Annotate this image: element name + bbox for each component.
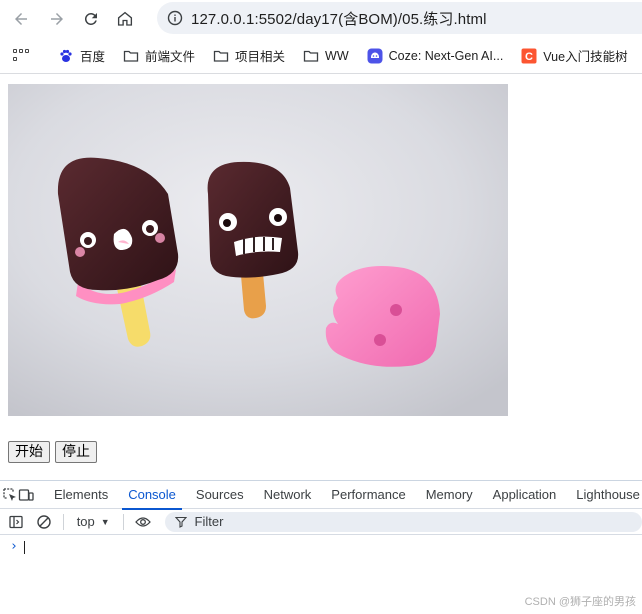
bookmark-label: Coze: Next-Gen AI... (388, 48, 504, 63)
sidebar-panel-icon (9, 515, 23, 528)
tab-sources[interactable]: Sources (186, 481, 254, 509)
browser-toolbar: 127.0.0.1:5502/day17(含BOM)/05.练习.html (0, 0, 642, 38)
folder-icon (213, 50, 229, 62)
tab-lighthouse[interactable]: Lighthouse (566, 481, 642, 509)
tab-performance[interactable]: Performance (321, 481, 415, 509)
toolbar-divider (62, 513, 64, 530)
bookmark-label: WW (325, 48, 349, 63)
site-info-icon[interactable] (167, 10, 183, 26)
live-expression-button[interactable] (129, 508, 157, 536)
reload-button[interactable] (76, 4, 106, 34)
coze-icon (367, 48, 383, 63)
tab-application[interactable]: Application (483, 481, 567, 509)
bookmark-label: 前端文件 (145, 50, 196, 64)
svg-text:C: C (525, 51, 533, 63)
devtools-tab-bar: Elements Console Sources Network Perform… (0, 481, 642, 510)
caret-down-icon: ▼ (100, 516, 110, 527)
console-input-cursor[interactable] (24, 541, 25, 554)
address-bar[interactable]: 127.0.0.1:5502/day17(含BOM)/05.练习.html (157, 2, 642, 34)
bookmark-baidu[interactable]: 百度 (58, 46, 105, 65)
toolbar-divider (122, 513, 124, 530)
bookmark-coze[interactable]: Coze: Next-Gen AI... (367, 48, 504, 64)
stop-button[interactable]: 停止 (55, 441, 97, 463)
clear-console-button[interactable] (30, 508, 58, 536)
tab-elements[interactable]: Elements (44, 481, 118, 509)
folder-icon (303, 50, 319, 62)
tab-network[interactable]: Network (254, 481, 322, 509)
funnel-icon (174, 516, 187, 528)
context-selector[interactable]: top ▼ (69, 514, 118, 529)
back-button[interactable] (6, 4, 36, 34)
bookmark-label: 项目相关 (235, 50, 286, 64)
bookmark-folder-frontend[interactable]: 前端文件 (123, 46, 195, 65)
eye-icon (134, 516, 151, 527)
bookmark-folder-ww[interactable]: WW (303, 48, 349, 64)
apps-grid-icon[interactable] (10, 46, 30, 66)
block-icon (37, 514, 51, 529)
home-button[interactable] (110, 4, 140, 34)
console-toolbar: top ▼ Filter (0, 509, 642, 535)
baidu-paw-icon (60, 49, 72, 62)
folder-icon (123, 50, 139, 62)
inspect-element-button[interactable] (2, 481, 18, 509)
context-label: top (76, 514, 95, 529)
watermark-text: CSDN @狮子座的男孩 (524, 596, 636, 608)
start-button[interactable]: 开始 (8, 441, 50, 463)
url-text: 127.0.0.1:5502/day17(含BOM)/05.练习.html (191, 10, 487, 28)
home-icon (117, 11, 133, 26)
forward-button[interactable] (42, 4, 72, 34)
devtools-panel: Elements Console Sources Network Perform… (0, 480, 642, 614)
popsicle-illustration (8, 84, 508, 416)
device-mode-icon (18, 488, 34, 501)
arrow-left-icon (15, 13, 27, 25)
tab-memory[interactable]: Memory (416, 481, 483, 509)
sidebar-toggle-button[interactable] (2, 508, 30, 536)
bookmark-vue[interactable]: C Vue入门技能树 (521, 46, 628, 65)
bookmark-folder-projects[interactable]: 项目相关 (213, 46, 285, 65)
bookmarks-bar: 百度 前端文件 项目相关 WW Coze: Next-Gen AI... C V… (0, 38, 642, 74)
bookmark-label: Vue入门技能树 (543, 50, 628, 64)
filter-placeholder: Filter (194, 514, 224, 529)
csdn-c-icon: C (521, 48, 537, 63)
arrow-right-icon (51, 13, 63, 25)
inspect-cursor-icon (3, 487, 16, 501)
filter-input[interactable]: Filter (164, 511, 642, 532)
reload-icon (84, 12, 97, 25)
page-content: 开始 停止 (0, 75, 642, 480)
bookmark-label: 百度 (80, 50, 106, 64)
popsicle-image (8, 84, 508, 416)
tab-console[interactable]: Console (118, 481, 186, 510)
device-toolbar-button[interactable] (18, 481, 34, 509)
console-prompt-icon: › (10, 539, 18, 554)
